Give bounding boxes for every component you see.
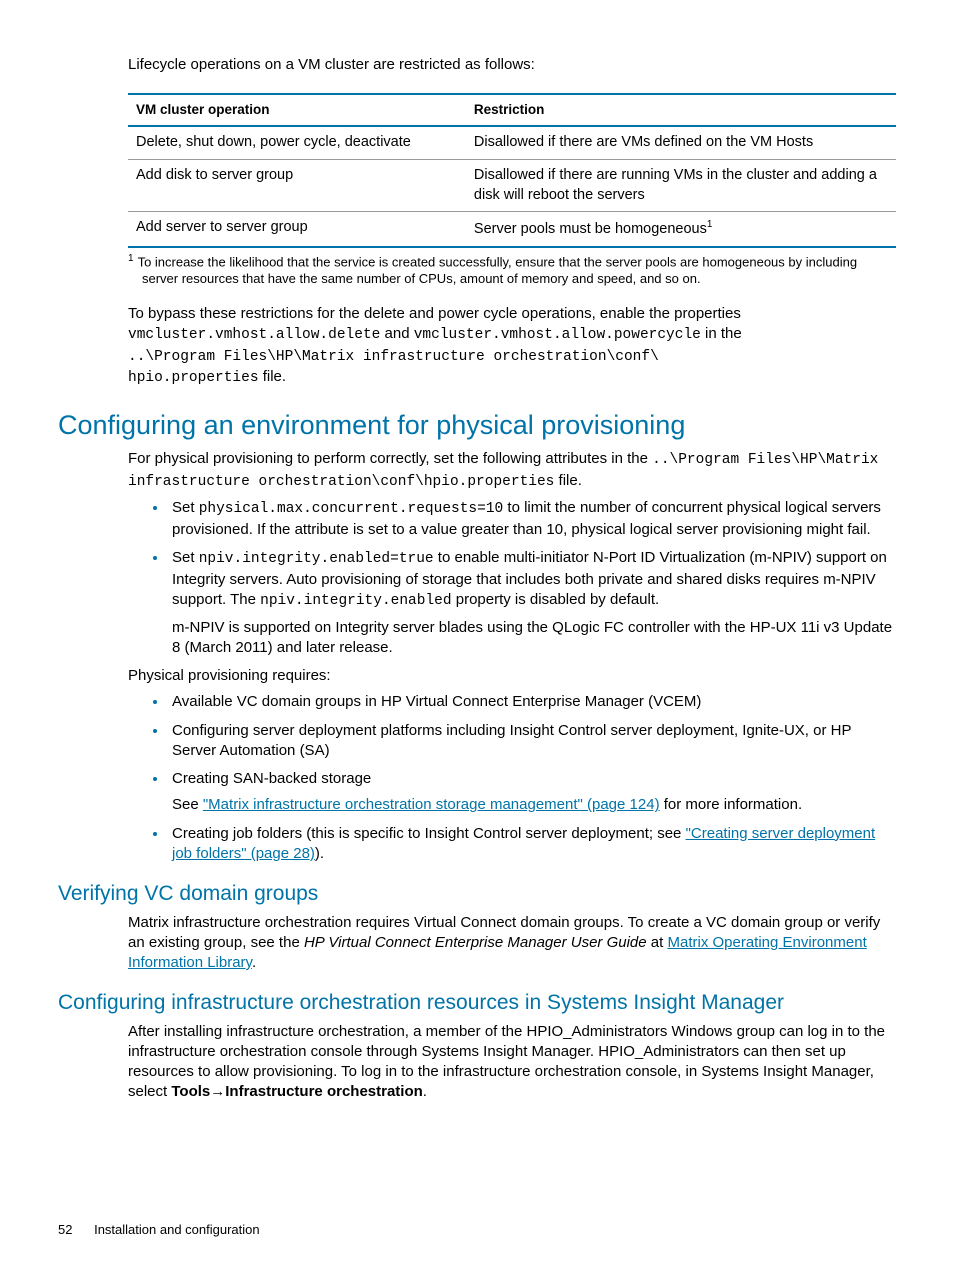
cell: Disallowed if there are running VMs in t… — [466, 160, 896, 212]
config-list: Set physical.max.concurrent.requests=10 … — [58, 498, 896, 658]
heading-sim-resources: Configuring infrastructure orchestration… — [58, 989, 896, 1017]
phys-intro: For physical provisioning to perform cor… — [128, 449, 896, 492]
section-name: Installation and configuration — [94, 1222, 260, 1237]
th-restriction: Restriction — [466, 94, 896, 126]
list-subtext: See "Matrix infrastructure orchestration… — [172, 795, 896, 815]
cell: Server pools must be homogeneous1 — [466, 212, 896, 247]
cell: Add server to server group — [128, 212, 466, 247]
list-item: Available VC domain groups in HP Virtual… — [168, 692, 896, 712]
requires-list: Available VC domain groups in HP Virtual… — [58, 692, 896, 864]
requires-intro: Physical provisioning requires: — [128, 666, 896, 686]
footnote: 1To increase the likelihood that the ser… — [128, 252, 896, 288]
page-number: 52 — [58, 1222, 72, 1237]
th-operation: VM cluster operation — [128, 94, 466, 126]
list-item: Set npiv.integrity.enabled=true to enabl… — [168, 548, 896, 658]
list-item: Creating SAN-backed storage See "Matrix … — [168, 769, 896, 816]
list-item: Set physical.max.concurrent.requests=10 … — [168, 498, 896, 540]
heading-physical-provisioning: Configuring an environment for physical … — [58, 407, 896, 443]
list-subtext: m-NPIV is supported on Integrity server … — [172, 618, 896, 659]
page-footer: 52 Installation and configuration — [58, 1221, 260, 1239]
table-row: Delete, shut down, power cycle, deactiva… — [128, 126, 896, 159]
cell: Disallowed if there are VMs defined on t… — [466, 126, 896, 159]
sim-paragraph: After installing infrastructure orchestr… — [128, 1022, 896, 1103]
storage-link[interactable]: "Matrix infrastructure orchestration sto… — [203, 796, 660, 813]
heading-verify-vc: Verifying VC domain groups — [58, 880, 896, 908]
bypass-paragraph: To bypass these restrictions for the del… — [128, 304, 896, 389]
table-row: Add disk to server group Disallowed if t… — [128, 160, 896, 212]
restrictions-table: VM cluster operation Restriction Delete,… — [128, 93, 896, 247]
intro-text: Lifecycle operations on a VM cluster are… — [128, 55, 896, 75]
table-row: Add server to server group Server pools … — [128, 212, 896, 247]
cell: Delete, shut down, power cycle, deactiva… — [128, 126, 466, 159]
vc-paragraph: Matrix infrastructure orchestration requ… — [128, 913, 896, 974]
cell: Add disk to server group — [128, 160, 466, 212]
list-item: Creating job folders (this is specific t… — [168, 824, 896, 865]
list-item: Configuring server deployment platforms … — [168, 721, 896, 762]
